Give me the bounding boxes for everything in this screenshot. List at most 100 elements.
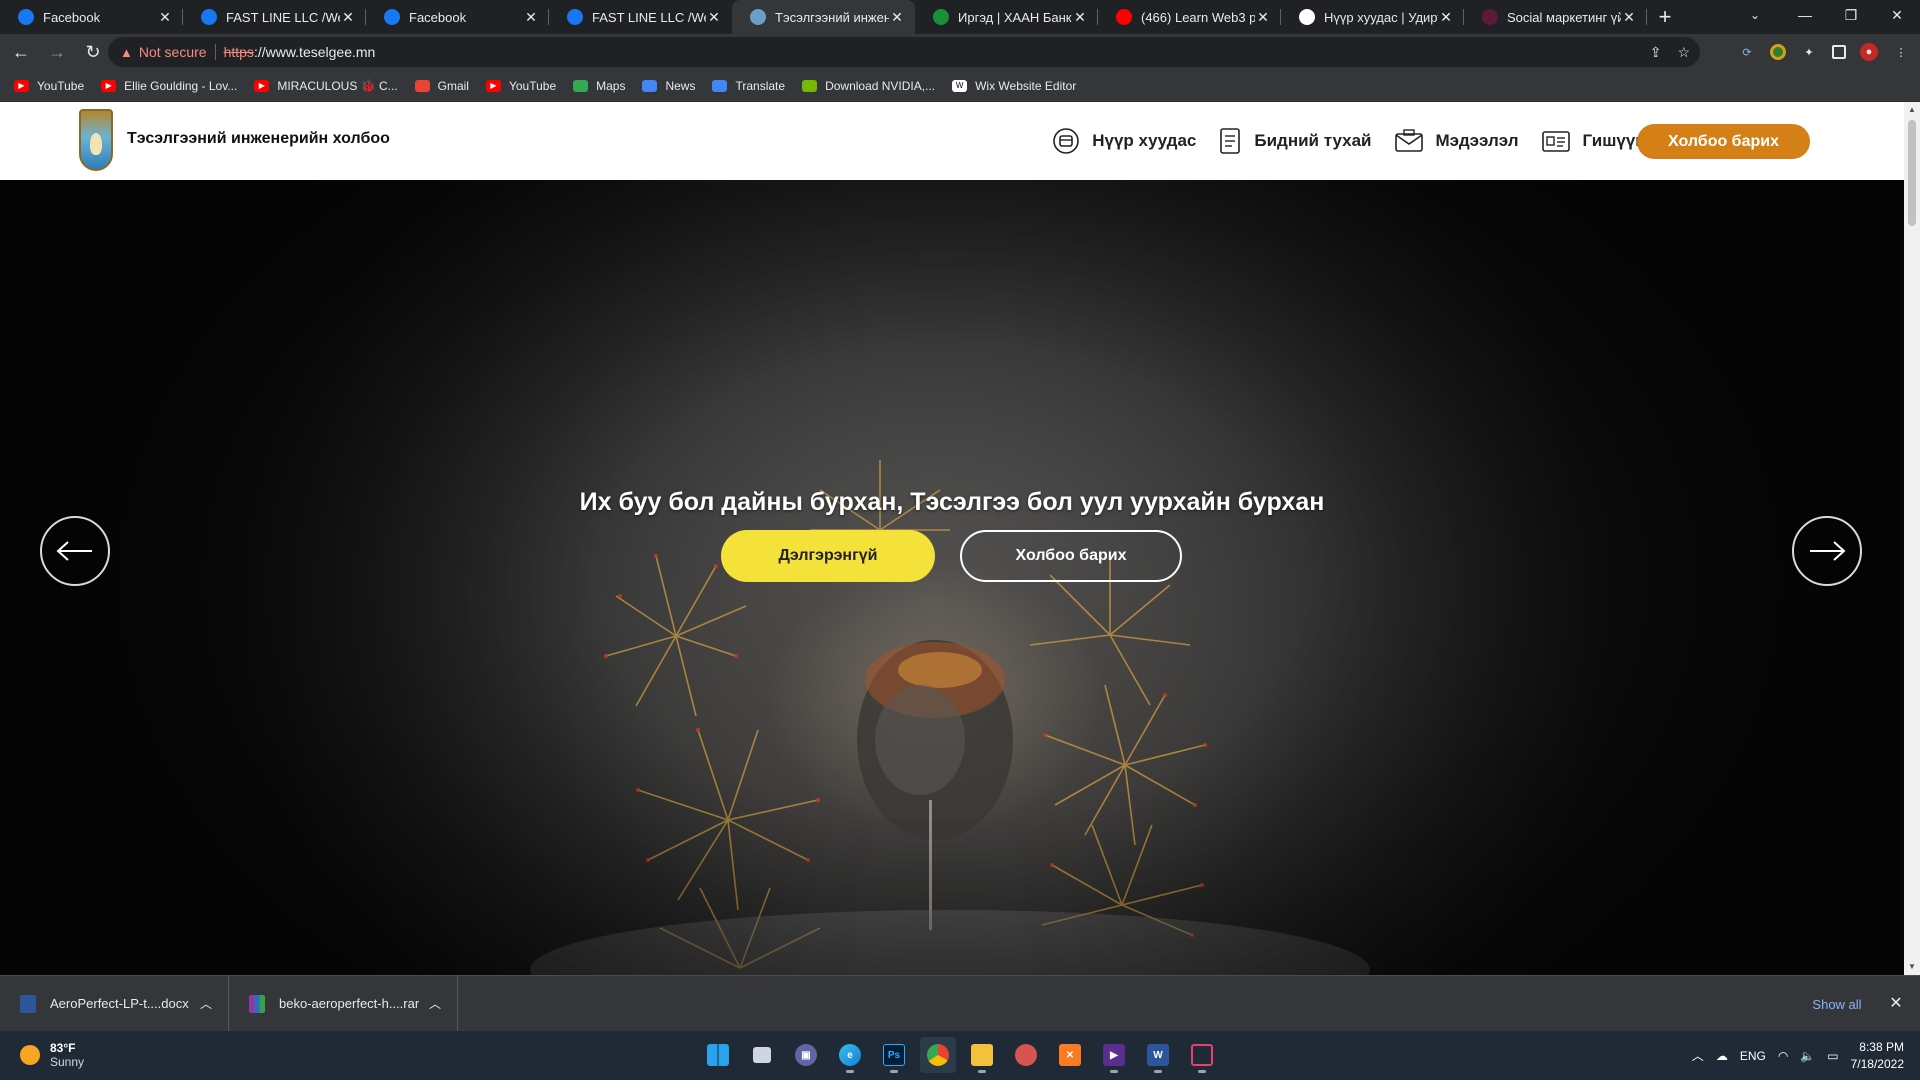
close-downloads-icon[interactable]: ✕ [1884,992,1908,1016]
onedrive-icon[interactable]: ☁ [1716,1049,1728,1063]
taskbar-chrome[interactable] [920,1037,956,1073]
scroll-up-icon[interactable]: ▲ [1907,105,1917,115]
scroll-down-icon[interactable]: ▼ [1907,962,1917,972]
page-scrollbar[interactable]: ▲ ▼ [1904,102,1920,975]
w-icon [1482,9,1498,25]
download-item[interactable]: AeroPerfect-LP-t....docx ︿ [0,975,229,1032]
clock-time: 8:38 PM [1859,1039,1904,1054]
slider-next-button[interactable] [1792,516,1862,586]
hero-overlay [0,180,1904,975]
sync-extension-icon[interactable]: ⟳ [1738,43,1756,61]
close-window-icon[interactable]: ✕ [1874,0,1920,30]
taskbar-visual-studio[interactable]: ▶ [1096,1037,1132,1073]
puzzle-extensions-icon[interactable]: ✦ [1800,43,1818,61]
back-icon[interactable]: ← [6,37,36,67]
nav-label: Мэдээлэл [1435,131,1519,150]
browser-tab[interactable]: (466) Learn Web3 pro✕ [1098,0,1281,34]
rar-icon [249,994,265,1013]
restore-icon[interactable]: ❐ [1828,0,1874,30]
browser-tab[interactable]: Facebook ✕ [0,0,183,34]
share-icon[interactable]: ⇪ [1650,44,1662,61]
bookmark-item[interactable]: Maps [573,79,625,93]
close-tab-icon[interactable]: ✕ [157,9,173,26]
taskbar-word[interactable]: W [1140,1037,1176,1073]
close-tab-icon[interactable]: ✕ [1072,9,1088,26]
taskbar-chat[interactable]: ▣ [788,1037,824,1073]
slider-prev-button[interactable] [40,516,110,586]
scroll-thumb[interactable] [1908,120,1916,226]
browser-tab[interactable]: Social маркетинг үйлч✕ [1464,0,1647,34]
bookmark-item[interactable]: Gmail [414,79,469,93]
browser-tab[interactable]: Тэсэлгээний инженер✕ [732,0,915,34]
bookmark-item[interactable]: ▶ YouTube [485,79,556,93]
forward-icon[interactable]: → [42,37,72,67]
chevron-up-icon[interactable]: ︿ [425,995,445,1012]
close-tab-icon[interactable]: ✕ [706,9,722,26]
taskbar-task-view[interactable] [744,1037,780,1073]
menu-icon[interactable]: ⋮ [1892,43,1910,61]
bookmark-item[interactable]: Translate [712,79,785,93]
site-name[interactable]: Тэсэлгээний инженерийн холбоо [127,130,390,148]
show-all-downloads-button[interactable]: Show all [1802,990,1872,1018]
close-tab-icon[interactable]: ✕ [1621,9,1637,26]
download-item[interactable]: beko-aeroperfect-h....rar ︿ [229,975,458,1032]
circle-extension-icon[interactable] [1770,44,1786,60]
nav-item-home[interactable]: Нүүр хуудас [1052,127,1196,155]
header-contact-button[interactable]: Холбоо барих [1637,124,1810,159]
site-logo[interactable] [79,109,113,171]
wifi-icon[interactable]: ◠ [1778,1049,1788,1063]
bookmark-item[interactable]: W Wix Website Editor [952,79,1076,93]
bookmark-item[interactable]: Download NVIDIA,... [802,79,935,93]
hero-contact-button[interactable]: Холбоо барих [960,530,1182,582]
close-tab-icon[interactable]: ✕ [1438,9,1454,26]
browser-tab[interactable]: Иргэд | ХААН Банк ✕ [915,0,1098,34]
tab-search-icon[interactable]: ⌄ [1740,2,1770,28]
taskbar-app-red[interactable] [1008,1037,1044,1073]
not-secure-label[interactable]: Not secure [139,44,207,60]
minimize-icon[interactable]: — [1782,0,1828,30]
bookmark-item[interactable]: ▶ Ellie Goulding - Lov... [101,79,237,93]
start-button[interactable] [700,1037,736,1073]
more-button[interactable]: Дэлгэрэнгүй [721,530,935,582]
language-indicator[interactable]: ENG [1740,1049,1766,1063]
tab-title: Facebook [43,9,101,25]
browser-tab[interactable]: Нүүр хуудас | Удиртга✕ [1281,0,1464,34]
youtube-icon: ▶ [101,79,117,92]
warning-icon[interactable]: ▲ [120,45,133,60]
bookmark-item[interactable]: ▶ YouTube [14,79,84,93]
bookmark-label: YouTube [37,78,85,93]
clock[interactable]: 8:38 PM 7/18/2022 [1851,1039,1904,1073]
close-tab-icon[interactable]: ✕ [1255,9,1271,26]
browser-tab[interactable]: FAST LINE LLC /Websit✕ [549,0,732,34]
taskbar-photoshop[interactable]: Ps [876,1037,912,1073]
tab-strip: Facebook✕FAST LINE LLC /Websit✕Facebook✕… [0,0,1920,34]
weather-widget[interactable]: 83°F Sunny [20,1041,84,1069]
browser-tab[interactable]: Facebook ✕ [366,0,549,34]
wix-icon: W [952,79,968,92]
bookmark-star-icon[interactable]: ☆ [1677,44,1690,61]
side-panel-icon[interactable] [1832,45,1846,59]
bookmark-item[interactable]: ▶ MIRACULOUS 🐞 C... [254,79,398,93]
profile-avatar-icon[interactable]: ● [1860,43,1878,61]
close-tab-icon[interactable]: ✕ [523,9,539,26]
bookmark-item[interactable]: News [642,79,695,93]
volume-icon[interactable]: 🔈 [1800,1049,1815,1063]
tray-chevron-up-icon[interactable]: ︿ [1692,1047,1704,1064]
new-tab-button[interactable]: + [1647,0,1683,34]
chevron-up-icon[interactable]: ︿ [196,995,216,1012]
download-name: AeroPerfect-LP-t....docx [50,996,189,1011]
reload-icon[interactable]: ↻ [78,37,108,67]
close-tab-icon[interactable]: ✕ [889,9,905,26]
bookmark-label: Download NVIDIA,... [825,78,936,93]
address-bar[interactable]: ▲ Not secure https://www.teselgee.mn ⇪ ☆ [108,37,1700,67]
nav-item-about[interactable]: Бидний тухай [1218,127,1372,155]
taskbar-xampp[interactable]: ✕ [1052,1037,1088,1073]
taskbar-app-pink[interactable] [1184,1037,1220,1073]
close-tab-icon[interactable]: ✕ [340,9,356,26]
windows-icon [707,1044,729,1066]
nav-item-news[interactable]: Мэдээлэл [1394,128,1519,154]
taskbar-edge[interactable]: e [832,1037,868,1073]
browser-tab[interactable]: FAST LINE LLC /Websit✕ [183,0,366,34]
taskbar-file-explorer[interactable] [964,1037,1000,1073]
battery-icon[interactable]: ▭ [1827,1049,1838,1063]
